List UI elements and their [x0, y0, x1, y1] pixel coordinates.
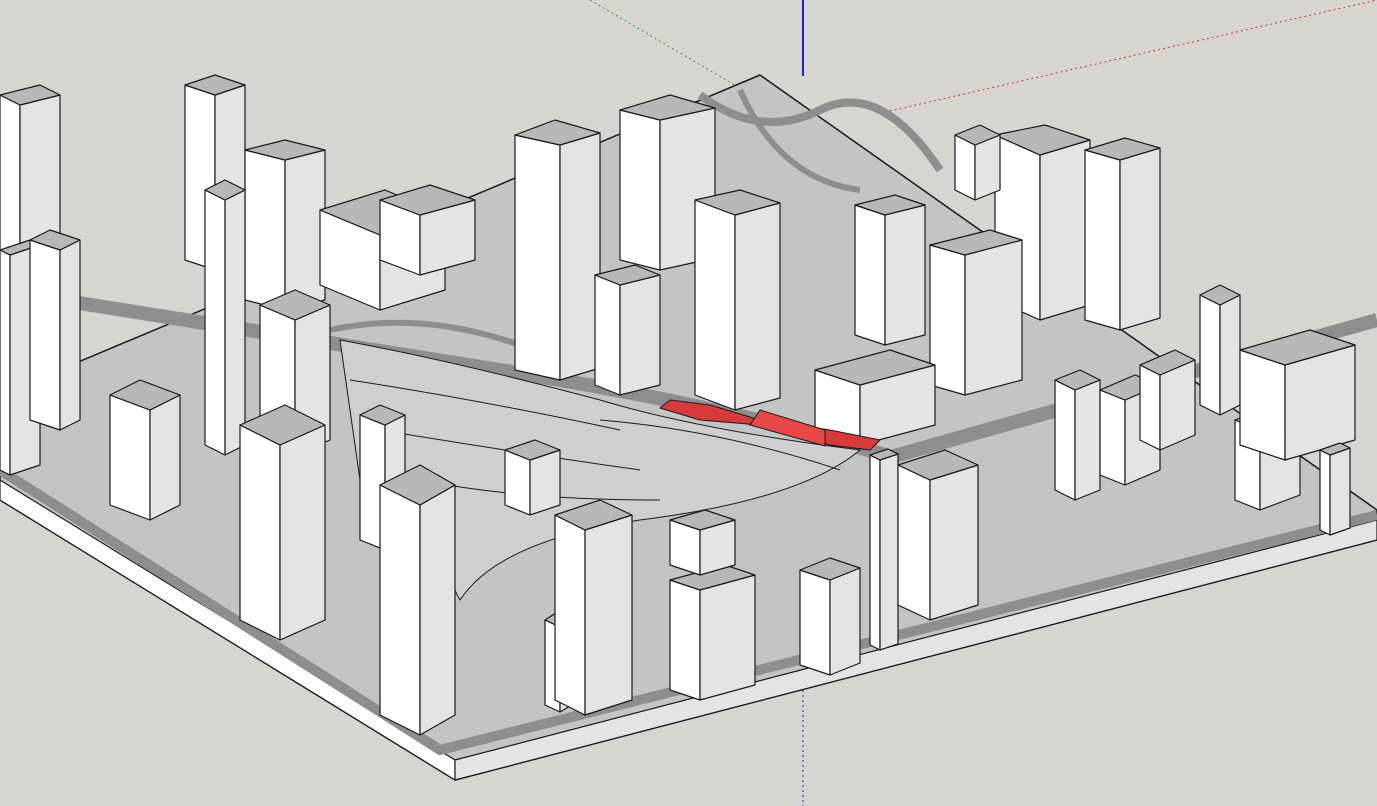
modeling-viewport[interactable] — [0, 0, 1377, 806]
building-back-right-small-right-face[interactable] — [974, 134, 1001, 201]
building-back-left-mid-left-face[interactable] — [244, 149, 286, 311]
tower-left-dark-left-face[interactable] — [204, 189, 226, 456]
building-back-right-small-left-face[interactable] — [954, 134, 976, 201]
tower-mid-right-right-face[interactable] — [884, 204, 926, 346]
tower-mid-right-left-face[interactable] — [854, 204, 886, 346]
building-east-f-right-face[interactable] — [1159, 359, 1196, 451]
tower-front-right-left-face[interactable] — [897, 464, 931, 621]
tower-back-right-b-left-face[interactable] — [1084, 149, 1121, 331]
building-back-left-mid-right-face[interactable] — [284, 149, 326, 311]
building-front-right-a-left-face[interactable] — [799, 569, 831, 676]
tower-front-far-left-left-face[interactable] — [0, 249, 11, 476]
tower-front-center-left-left-face[interactable] — [379, 484, 421, 736]
tower-east-a-left-face[interactable] — [1054, 379, 1076, 501]
tower-mid-right-b-right-face[interactable] — [964, 239, 1023, 396]
tower-east-c-left-face[interactable] — [1199, 294, 1221, 416]
building-mid-center-low-right-face[interactable] — [619, 274, 661, 396]
tower-front-left-left-face[interactable] — [239, 424, 281, 641]
building-mid-center-low-left-face[interactable] — [594, 274, 621, 396]
building-east-e-left-face[interactable] — [1239, 349, 1286, 461]
city-block-model[interactable] — [0, 74, 1377, 781]
tower-front-right-thin-right-face[interactable] — [879, 453, 899, 651]
building-east-f-left-face[interactable] — [1139, 364, 1161, 451]
building-left-low-right-face[interactable] — [149, 394, 181, 521]
tower-back-right-b-right-face[interactable] — [1119, 147, 1161, 331]
tower-back-center-left-face[interactable] — [514, 134, 561, 381]
tower-east-a-right-face[interactable] — [1074, 379, 1101, 501]
building-left-low-left-face[interactable] — [109, 394, 151, 521]
tower-mid-center-left-face[interactable] — [694, 199, 736, 411]
building-front-right-a-right-face[interactable] — [829, 567, 861, 676]
tower-front-right-thin-left-face[interactable] — [869, 454, 881, 651]
tower-front-right-right-face[interactable] — [929, 464, 979, 621]
city-model-scene[interactable] — [0, 0, 1377, 806]
tower-front-center-left-face[interactable] — [554, 514, 586, 716]
tower-mid-center-right-face[interactable] — [734, 202, 781, 411]
building-east-edge-right-face[interactable] — [1329, 447, 1351, 536]
building-east-b-left-face[interactable] — [1099, 389, 1126, 486]
building-plaza-a-right-face[interactable] — [529, 449, 561, 516]
building-plaza-a-left-face[interactable] — [504, 449, 531, 516]
tower-east-c-right-face[interactable] — [1219, 294, 1241, 416]
tower-back-center-right-face[interactable] — [559, 132, 601, 381]
tower-back-center-b-left-face[interactable] — [619, 109, 661, 271]
building-east-edge-left-face[interactable] — [1319, 449, 1331, 536]
tower-left-b-right-face[interactable] — [59, 239, 81, 431]
tower-left-b-left-face[interactable] — [29, 239, 61, 431]
building-front-center-b-left-face[interactable] — [669, 579, 701, 701]
tower-front-left-right-face[interactable] — [279, 424, 326, 641]
tower-front-center-right-face[interactable] — [584, 514, 633, 716]
tower-back-right-right-face[interactable] — [1039, 139, 1091, 321]
building-front-center-b-right-face[interactable] — [699, 574, 756, 701]
red-axis-line — [884, 0, 1377, 113]
tower-front-center-left-right-face[interactable] — [419, 484, 456, 736]
tower-left-dark-right-face[interactable] — [224, 189, 246, 456]
